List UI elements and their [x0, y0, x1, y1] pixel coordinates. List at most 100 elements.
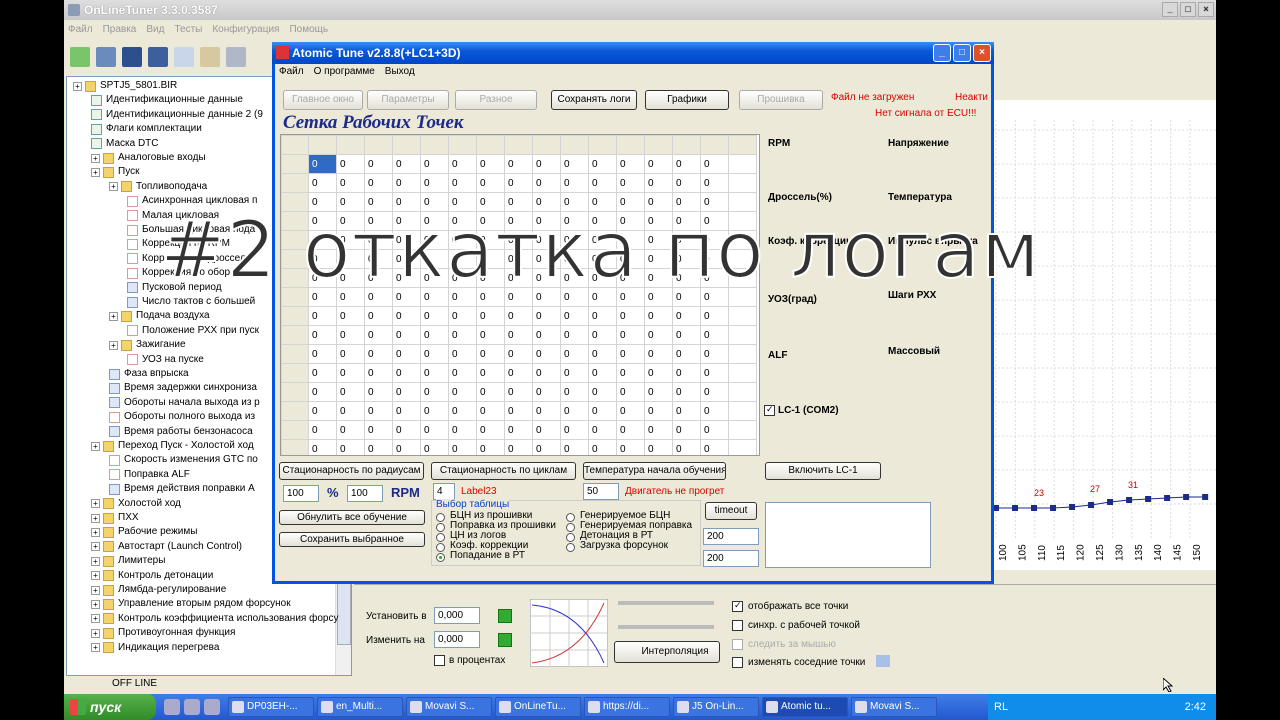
top-button[interactable]: Параметры	[367, 90, 449, 110]
save-as-icon[interactable]	[148, 47, 168, 67]
grid-cell[interactable]: 0	[308, 325, 337, 345]
color-swatch[interactable]	[876, 655, 890, 667]
tree-item[interactable]: Положение РХХ при пуск	[127, 324, 259, 338]
grid-cell[interactable]: 0	[700, 420, 729, 440]
grid-cell[interactable]: 0	[392, 420, 421, 440]
grid-cell[interactable]: 0	[336, 154, 365, 174]
grid-cell[interactable]: 0	[364, 154, 393, 174]
grid-cell[interactable]: 0	[588, 439, 617, 455]
grid-cell[interactable]	[728, 306, 757, 326]
grid-cell[interactable]: 0	[420, 306, 449, 326]
grid-cell[interactable]: 0	[448, 173, 477, 193]
taskbar-task[interactable]: en_Multi...	[317, 697, 403, 717]
grid-cell[interactable]: 0	[476, 382, 505, 402]
tree-item[interactable]: Время работы бензонасоса	[109, 425, 253, 439]
stat-radius-button[interactable]: Стационарность по радиусам	[279, 462, 424, 480]
grid-cell[interactable]	[728, 401, 757, 421]
grid-cell[interactable]: 0	[644, 344, 673, 364]
grid-cell[interactable]: 0	[420, 173, 449, 193]
grid-cell[interactable]: 0	[308, 154, 337, 174]
grid-cell[interactable]: 0	[560, 154, 589, 174]
grid-cell[interactable]: 0	[336, 439, 365, 455]
grid-cell[interactable]: 0	[448, 344, 477, 364]
maximize-button[interactable]: □	[1180, 2, 1196, 17]
grid-cell[interactable]: 0	[672, 401, 701, 421]
tree-item[interactable]: + Автостарт (Launch Control)	[91, 540, 242, 554]
show-all-checkbox[interactable]: ✓	[732, 600, 743, 612]
grid-cell[interactable]: 0	[448, 382, 477, 402]
grid-cell[interactable]: 0	[364, 344, 393, 364]
tree-item[interactable]: + Переход Пуск - Холостой ход	[91, 439, 254, 453]
taskbar-task[interactable]: https://di...	[584, 697, 670, 717]
main-menu-item[interactable]: Вид	[146, 24, 164, 35]
grid-cell[interactable]: 0	[644, 382, 673, 402]
grid-cell[interactable]: 0	[588, 173, 617, 193]
tree-item[interactable]: + Контроль коэффициента использования фор…	[91, 612, 338, 626]
main-menu-item[interactable]: Тесты	[174, 24, 202, 35]
grid-cell[interactable]: 0	[504, 439, 533, 455]
grid-cell[interactable]: 0	[700, 306, 729, 326]
grid-cell[interactable]: 0	[644, 401, 673, 421]
grid-cell[interactable]: 0	[700, 382, 729, 402]
expand-icon[interactable]: +	[91, 628, 100, 638]
grid-cell[interactable]: 0	[364, 325, 393, 345]
tree-item[interactable]: Фаза впрыска	[109, 367, 189, 381]
tree-item[interactable]: + Подача воздуха	[109, 309, 210, 323]
main-menu-item[interactable]: Правка	[103, 24, 137, 35]
grid-cell[interactable]: 0	[672, 420, 701, 440]
grid-cell[interactable]: 0	[616, 401, 645, 421]
open-icon[interactable]	[70, 47, 90, 67]
grid-cell[interactable]: 0	[392, 325, 421, 345]
tree-item[interactable]: Поправка ALF	[109, 468, 190, 482]
grid-cell[interactable]: 0	[336, 306, 365, 326]
top-button[interactable]: Сохранять логи	[551, 90, 637, 110]
tree-item[interactable]: + Холостой ход	[91, 497, 181, 511]
atomic-close-button[interactable]: ×	[973, 44, 991, 62]
set-value-input[interactable]: 0,000	[434, 607, 480, 624]
log-textbox[interactable]	[765, 502, 931, 568]
change-value-input[interactable]: 0,000	[434, 631, 480, 648]
grid-cell[interactable]: 0	[532, 420, 561, 440]
taskbar-task[interactable]: J5 On-Lin...	[673, 697, 759, 717]
tree-item[interactable]: + Пуск	[91, 165, 139, 179]
grid-cell[interactable]: 0	[588, 154, 617, 174]
taskbar-task[interactable]: Movavi S...	[406, 697, 492, 717]
grid-cell[interactable]: 0	[308, 401, 337, 421]
grid-cell[interactable]: 0	[532, 344, 561, 364]
grid-cell[interactable]: 0	[700, 401, 729, 421]
expand-icon[interactable]: +	[91, 527, 100, 537]
apply-set-icon[interactable]	[498, 609, 512, 623]
lc1-checkbox[interactable]: ✓	[764, 404, 775, 416]
tree-item[interactable]: + ПХХ	[91, 511, 139, 525]
data-point[interactable]	[1088, 502, 1095, 508]
grid-cell[interactable]: 0	[336, 420, 365, 440]
connect-icon[interactable]	[96, 47, 116, 67]
table-radio[interactable]	[566, 543, 575, 552]
grid-cell[interactable]: 0	[476, 306, 505, 326]
main-menu-item[interactable]: Файл	[68, 24, 93, 35]
grid-cell[interactable]: 0	[448, 439, 477, 455]
data-point[interactable]	[1183, 494, 1190, 500]
tree-item[interactable]: Время действия поправки А	[109, 482, 255, 496]
temp-start-button[interactable]: Температура начала обучения	[583, 462, 726, 480]
expand-icon[interactable]: +	[91, 542, 100, 552]
expand-icon[interactable]: +	[91, 167, 100, 177]
grid-cell[interactable]: 0	[476, 344, 505, 364]
tree-item[interactable]: + Аналоговые входы	[91, 151, 206, 165]
grid-cell[interactable]: 0	[392, 439, 421, 455]
grid-cell[interactable]: 0	[392, 401, 421, 421]
grid-cell[interactable]: 0	[672, 382, 701, 402]
data-point[interactable]	[1202, 494, 1209, 500]
tree-item[interactable]: + Зажигание	[109, 338, 186, 352]
top-button[interactable]: Главное окно	[283, 90, 363, 110]
grid-cell[interactable]	[728, 382, 757, 402]
grid-cell[interactable]: 0	[364, 173, 393, 193]
tree-item[interactable]: Маска DTC	[91, 137, 159, 151]
tree-item[interactable]: + SPTJ5_5801.BIR	[73, 79, 177, 93]
tree-item[interactable]: Число тактов с большей	[127, 295, 255, 309]
grid-cell[interactable]: 0	[448, 325, 477, 345]
grid-cell[interactable]: 0	[560, 382, 589, 402]
expand-icon[interactable]: +	[91, 585, 100, 595]
table-radio[interactable]	[436, 543, 445, 552]
data-point[interactable]	[1069, 504, 1076, 510]
